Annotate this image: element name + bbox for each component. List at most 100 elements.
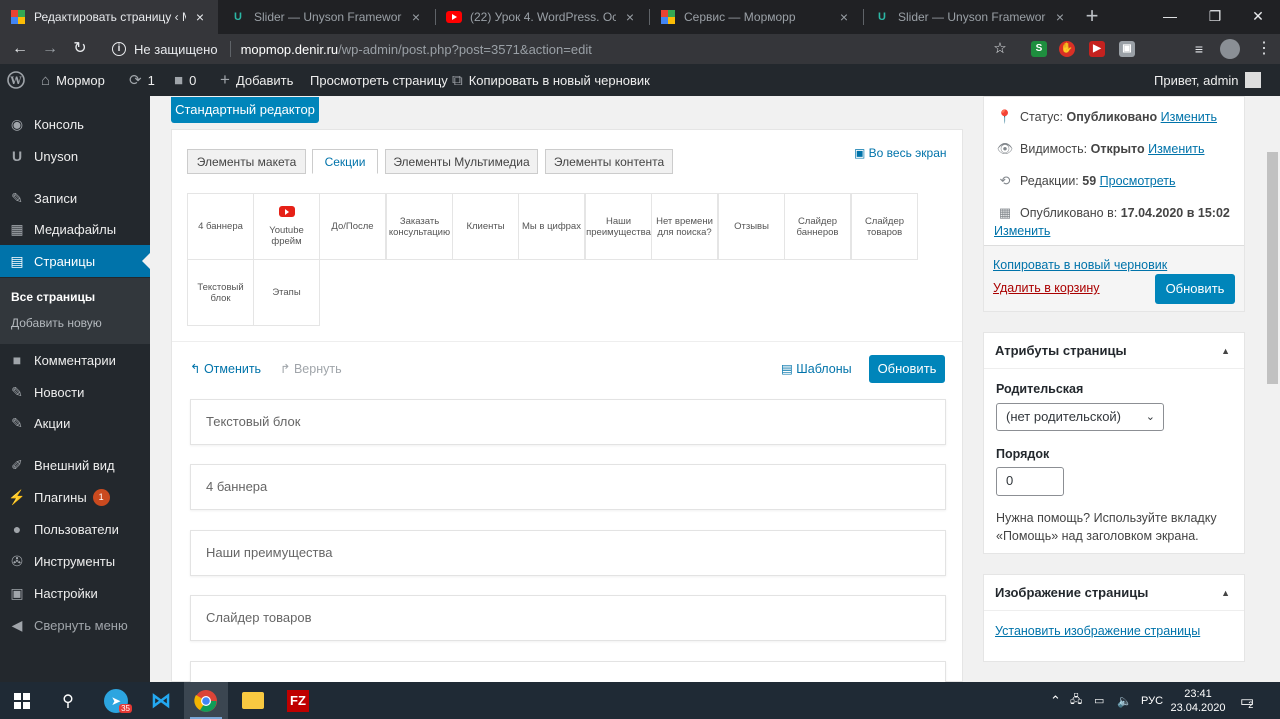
section-item[interactable]: Отзывы [718,193,785,260]
content-block[interactable]: 4 баннера [190,464,946,510]
redo-button[interactable]: ↱ Вернуть [280,361,342,376]
set-featured-image-link[interactable]: Установить изображение страницы [995,624,1200,638]
undo-button[interactable]: ↰ Отменить [190,361,261,376]
sidebar-item-settings[interactable]: ▣ Настройки [0,577,150,609]
search-icon[interactable]: ⚲ [46,682,90,719]
close-tab-icon[interactable]: × [836,9,852,25]
content-block[interactable]: Слайдер товаров [190,595,946,641]
clock[interactable]: 23:41 23.04.2020 [1170,682,1226,719]
trash-link[interactable]: Удалить в корзину [993,281,1100,295]
close-tab-icon[interactable]: × [192,9,208,25]
extension-icon[interactable]: S [1031,41,1047,57]
filezilla-icon[interactable]: FZ [276,682,320,719]
back-icon[interactable]: ← [8,37,32,61]
section-item[interactable]: Наши преимущества [585,193,652,260]
sidebar-item-unyson[interactable]: U Unyson [0,140,150,172]
reading-list-icon[interactable]: ≡ [1187,37,1211,61]
tray-display-icon[interactable]: ▭ [1094,682,1104,719]
section-item[interactable]: До/После [319,193,386,260]
tray-chevron-icon[interactable]: ⌃ [1050,682,1061,719]
copy-draft-link[interactable]: ⧉ Копировать в новый черновик [452,64,650,96]
close-window-icon[interactable]: ✕ [1238,0,1278,34]
wp-logo-icon[interactable]: W [7,64,25,96]
sidebar-item-users[interactable]: ● Пользователи [0,513,150,545]
view-page-link[interactable]: Просмотреть страницу [310,64,448,96]
restore-icon[interactable]: ❐ [1195,0,1235,34]
reload-icon[interactable]: ↻ [68,37,92,61]
sidebar-item-appearance[interactable]: ✐ Внешний вид [0,449,150,481]
user-menu[interactable]: Привет, admin [1154,64,1261,96]
telegram-icon[interactable]: ➤ 35 [94,682,138,719]
fullscreen-link[interactable]: ▣ Во весь экран [854,146,947,160]
bookmark-star-icon[interactable]: ☆ [988,37,1012,61]
submenu-add-new[interactable]: Добавить новую [11,316,102,330]
comments-link[interactable]: ■ 0 [174,64,196,96]
tab-sections[interactable]: Секции [312,149,378,174]
tray-volume-icon[interactable]: 🔈 [1117,682,1132,719]
standard-editor-button[interactable]: Стандартный редактор [171,97,319,123]
section-item[interactable]: Слайдер баннеров [784,193,851,260]
published-edit-link[interactable]: Изменить [994,224,1050,238]
add-new-link[interactable]: + Добавить [220,64,293,96]
sidebar-item-promos[interactable]: ✎ Акции [0,407,150,439]
section-item[interactable]: Этапы [253,259,320,326]
visibility-edit-link[interactable]: Изменить [1148,142,1204,156]
minimize-icon[interactable]: — [1150,0,1190,34]
templates-button[interactable]: ▤ Шаблоны [781,361,852,376]
browser-tab-4[interactable]: Сервис — Морморр × [650,0,862,34]
extension-icon[interactable]: ▣ [1119,41,1135,57]
windows-start-icon[interactable] [0,682,44,719]
sidebar-item-media[interactable]: ▦ Медиафайлы [0,213,150,245]
copy-draft-link[interactable]: Копировать в новый черновик [993,258,1167,272]
sidebar-item-news[interactable]: ✎ Новости [0,376,150,408]
tray-network-icon[interactable]: 🖧 [1070,682,1082,719]
revisions-browse-link[interactable]: Просмотреть [1100,174,1176,188]
section-item[interactable]: Мы в цифрах [518,193,585,260]
sidebar-item-plugins[interactable]: ⚡ Плагины 1 [0,481,150,513]
page-attributes-header[interactable]: Атрибуты страницы ▲ [984,333,1244,369]
sidebar-item-posts[interactable]: ✎ Записи [0,182,150,214]
section-item[interactable]: Заказать консультацию [386,193,453,260]
keyboard-lang[interactable]: РУС [1141,682,1163,719]
browser-tab-2[interactable]: U Slider — Unyson Framework d × [220,0,434,34]
browser-tab-3[interactable]: (22) Урок 4. WordPress. Осно × [436,0,648,34]
tab-content-elements[interactable]: Элементы контента [545,149,673,174]
order-input[interactable]: 0 [996,467,1064,496]
extension-stop-icon[interactable]: ✋ [1059,41,1075,57]
sidebar-item-tools[interactable]: ✇ Инструменты [0,545,150,577]
file-explorer-icon[interactable] [231,682,275,719]
close-tab-icon[interactable]: × [1052,9,1068,25]
content-block[interactable]: Наши преимущества [190,530,946,576]
new-tab-icon[interactable]: + [1080,4,1104,28]
section-item[interactable]: Нет времени для поиска? [651,193,718,260]
sidebar-item-comments[interactable]: ■ Комментарии [0,344,150,376]
parent-select[interactable]: (нет родительской) ⌄ [996,403,1164,431]
builder-update-button[interactable]: Обновить [869,355,945,383]
browser-tab-5[interactable]: U Slider — Unyson Framework d × [864,0,1078,34]
submenu-all-pages[interactable]: Все страницы [11,290,95,304]
section-item[interactable]: Текстовый блок [187,259,254,326]
publish-update-button[interactable]: Обновить [1155,274,1235,304]
info-icon[interactable]: i [112,42,126,56]
sidebar-collapse[interactable]: ◀ Свернуть меню [0,609,150,641]
sidebar-item-pages[interactable]: ▤ Страницы [0,245,150,277]
sidebar-item-dashboard[interactable]: ◉ Консоль [0,108,150,140]
tab-media-elements[interactable]: Элементы Мультимедиа [385,149,538,174]
site-name-link[interactable]: ⌂ Мормор [41,64,105,96]
close-tab-icon[interactable]: × [408,9,424,25]
updates-link[interactable]: ⟳ 1 [129,64,155,96]
profile-avatar[interactable] [1220,39,1240,59]
chrome-icon[interactable] [184,682,228,719]
scrollbar-thumb[interactable] [1267,152,1278,384]
section-item[interactable]: 4 баннера [187,193,254,260]
extension-video-icon[interactable]: ▶ [1089,41,1105,57]
section-item[interactable]: Клиенты [452,193,519,260]
menu-dots-icon[interactable]: ⋮ [1252,37,1276,61]
tab-layout-elements[interactable]: Элементы макета [187,149,306,174]
status-edit-link[interactable]: Изменить [1161,110,1217,124]
collapse-arrow-icon[interactable]: ▲ [1221,333,1230,369]
notifications-icon[interactable]: ▭ 2 [1240,682,1254,719]
close-tab-icon[interactable]: × [622,9,638,25]
content-block[interactable]: Текстовый блок [190,399,946,445]
browser-tab-1[interactable]: Редактировать страницу ‹ Мо × [0,0,218,34]
